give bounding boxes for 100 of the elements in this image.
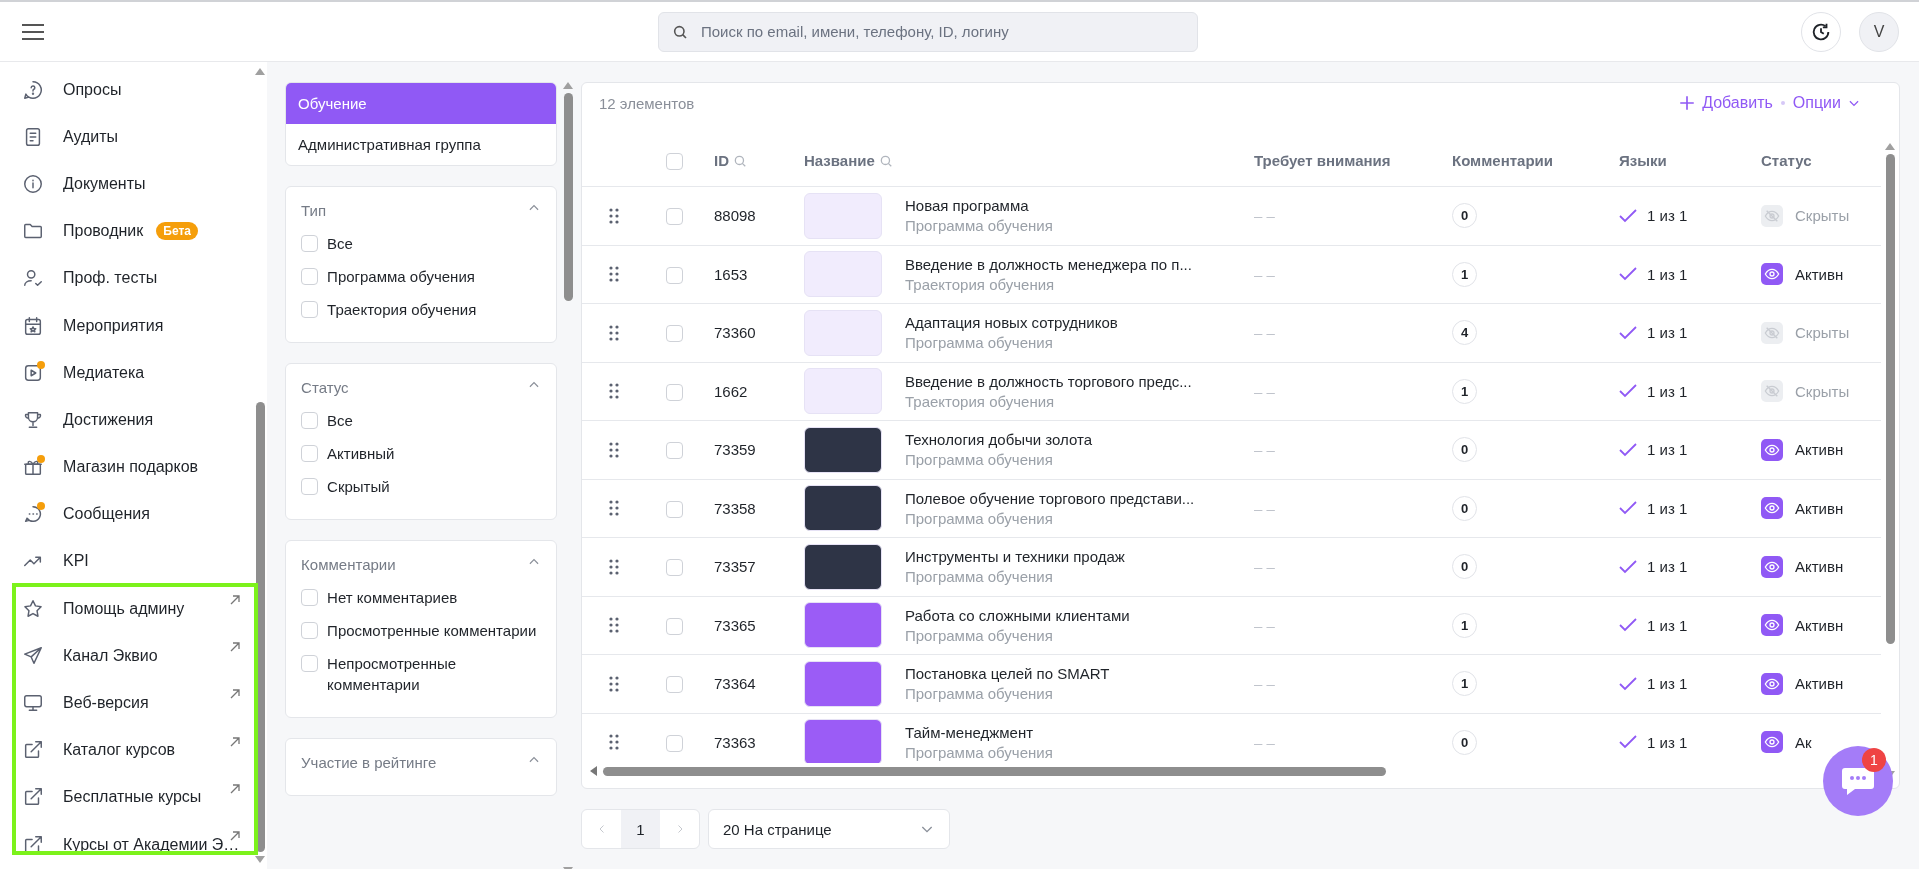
checkbox[interactable]: [301, 622, 319, 639]
drag-handle-icon[interactable]: [609, 383, 619, 400]
search-icon[interactable]: [878, 153, 893, 168]
checkbox[interactable]: [666, 153, 683, 170]
filter-option[interactable]: Просмотренные комментарии: [327, 620, 537, 641]
search-field[interactable]: Поиск по email, имени, телефону, ID, логину: [658, 11, 1198, 52]
user-avatar[interactable]: V: [1859, 11, 1899, 52]
page-size-dropdown[interactable]: 20 На странице: [708, 809, 950, 849]
course-title[interactable]: Постановка целей по SMART: [905, 665, 1110, 683]
sidebar-item[interactable]: Аудиты: [0, 113, 254, 161]
course-title[interactable]: Технология добычи золота: [905, 431, 1093, 449]
add-link[interactable]: Добавить: [1678, 94, 1773, 112]
sidebar-item[interactable]: Проф. тесты: [0, 254, 254, 302]
scroll-left-icon[interactable]: [590, 766, 597, 776]
sidebar-item[interactable]: Проводник Бета: [0, 207, 254, 255]
drag-handle-icon[interactable]: [609, 441, 619, 458]
checkbox[interactable]: [301, 445, 319, 462]
drag-handle-icon[interactable]: [609, 558, 619, 575]
course-title[interactable]: Тайм-менеджмент: [905, 723, 1034, 741]
scroll-down-icon[interactable]: [255, 856, 266, 863]
course-title[interactable]: Инструменты и техники продаж: [905, 548, 1125, 566]
column-header[interactable]: Комментарии: [1452, 152, 1553, 169]
checkbox[interactable]: [301, 478, 319, 495]
sidebar-item[interactable]: Опросы: [0, 66, 254, 114]
sidebar-item[interactable]: Курсы от Академии Э…: [0, 821, 254, 869]
filter-option[interactable]: Все: [327, 233, 353, 254]
drag-handle-icon[interactable]: [609, 734, 619, 751]
column-header[interactable]: Требует внимания: [1254, 152, 1391, 169]
course-title[interactable]: Адаптация новых сотрудников: [905, 314, 1118, 332]
checkbox[interactable]: [666, 383, 683, 401]
checkbox[interactable]: [666, 676, 683, 694]
filter-option[interactable]: Непросмотренные комментарии: [327, 653, 542, 695]
search-icon[interactable]: [733, 153, 747, 168]
checkbox[interactable]: [666, 559, 683, 577]
sidebar-item[interactable]: Магазин подарков: [0, 443, 254, 491]
checkbox[interactable]: [301, 301, 319, 318]
id-cell: 73357: [714, 558, 756, 576]
checkbox[interactable]: [301, 235, 319, 252]
drag-handle-icon[interactable]: [609, 675, 619, 692]
checkbox[interactable]: [301, 412, 319, 429]
scrollbar-thumb[interactable]: [563, 93, 573, 301]
filter-option[interactable]: Траектория обучения: [327, 299, 477, 320]
sidebar-item[interactable]: Сообщения: [0, 490, 254, 538]
checkbox[interactable]: [666, 442, 683, 460]
scrollbar-thumb[interactable]: [603, 766, 1386, 776]
column-header[interactable]: ID: [714, 152, 729, 169]
sidebar-item[interactable]: Мероприятия: [0, 301, 254, 350]
status-cell: Активн: [1795, 616, 1844, 634]
course-type: Траектория обучения: [905, 275, 1055, 293]
group-item[interactable]: Административная группа: [286, 124, 557, 165]
column-header[interactable]: Название: [804, 152, 875, 169]
history-button[interactable]: [1801, 11, 1841, 52]
course-title[interactable]: Новая программа: [905, 197, 1029, 215]
checkbox[interactable]: [666, 734, 683, 752]
sidebar-item[interactable]: Веб-версия: [0, 679, 254, 727]
options-dropdown[interactable]: Опции: [1792, 94, 1861, 112]
sidebar-item[interactable]: Достижения: [0, 396, 254, 444]
course-title[interactable]: Введение в должность менеджера по п...: [905, 255, 1192, 273]
checkbox[interactable]: [301, 268, 319, 285]
filter-option[interactable]: Программа обучения: [327, 266, 475, 287]
course-title[interactable]: Полевое обучение торгового представи...: [905, 489, 1195, 507]
sidebar-item[interactable]: Документы: [0, 160, 254, 208]
filter-option[interactable]: Скрытый: [327, 476, 390, 497]
group-item[interactable]: Обучение: [286, 83, 557, 124]
drag-handle-icon[interactable]: [609, 500, 619, 517]
checkbox[interactable]: [666, 617, 683, 635]
scrollbar-thumb[interactable]: [1885, 154, 1895, 644]
column-header[interactable]: Языки: [1619, 152, 1667, 169]
checkbox[interactable]: [666, 266, 683, 284]
sidebar-item[interactable]: Канал Эквио: [0, 632, 254, 680]
checkbox[interactable]: [301, 655, 319, 672]
menu-icon[interactable]: [22, 23, 44, 40]
course-title[interactable]: Введение в должность торгового предс...: [905, 372, 1192, 390]
checkbox[interactable]: [666, 208, 683, 226]
checkbox[interactable]: [301, 589, 319, 606]
column-header[interactable]: Статус: [1761, 152, 1812, 169]
sidebar-item[interactable]: Бесплатные курсы: [0, 773, 254, 821]
checkbox[interactable]: [666, 325, 683, 343]
filter-option[interactable]: Все: [327, 410, 353, 431]
sidebar-item[interactable]: KPI: [0, 537, 254, 586]
sidebar-item[interactable]: Медиатека: [0, 349, 254, 397]
course-type: Программа обучения: [905, 509, 1053, 527]
drag-handle-icon[interactable]: [609, 266, 619, 283]
status-cell: Скрыты: [1795, 324, 1850, 342]
filter-option[interactable]: Нет комментариев: [327, 587, 458, 608]
scrollbar-thumb[interactable]: [255, 402, 265, 852]
drag-handle-icon[interactable]: [609, 617, 619, 634]
sidebar-label: KPI: [63, 552, 89, 571]
sidebar-label: Проводник: [63, 222, 144, 241]
checkbox[interactable]: [666, 500, 683, 518]
scroll-up-icon[interactable]: [255, 68, 266, 75]
course-title[interactable]: Работа со сложными клиентами: [905, 606, 1130, 624]
status-cell: Скрыты: [1795, 382, 1850, 400]
drag-handle-icon[interactable]: [609, 207, 619, 224]
drag-handle-icon[interactable]: [609, 324, 619, 341]
filter-option[interactable]: Активный: [327, 443, 395, 464]
attention-cell: – –: [1254, 733, 1275, 751]
sidebar-item[interactable]: Каталог курсов: [0, 726, 254, 774]
sidebar-item[interactable]: Помощь админу: [0, 585, 254, 633]
page-button[interactable]: 1: [621, 810, 660, 848]
